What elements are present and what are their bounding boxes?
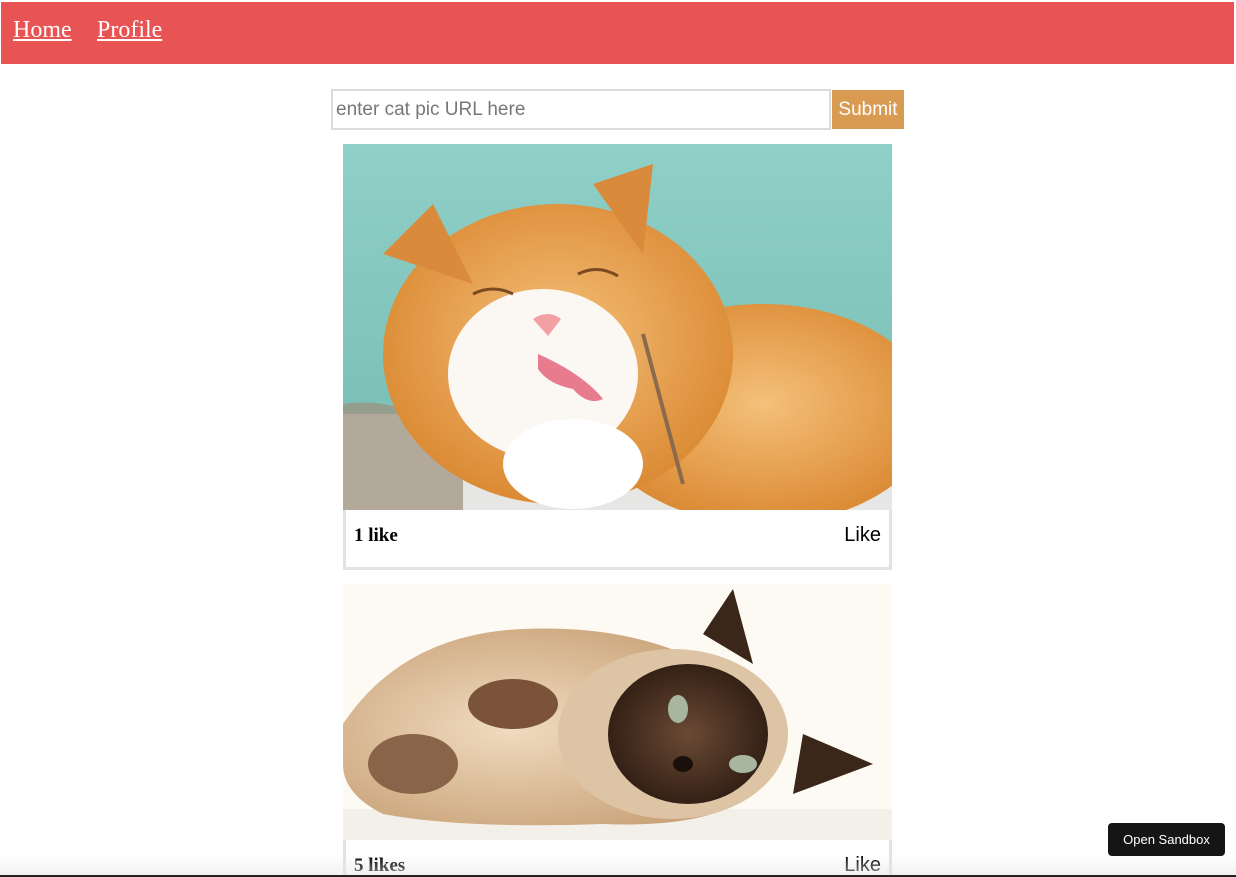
cat-photo <box>343 584 892 840</box>
cat-photo <box>343 144 892 510</box>
navbar: Home Profile <box>1 2 1234 64</box>
open-sandbox-button[interactable]: Open Sandbox <box>1108 823 1225 856</box>
cat-post-card: 5 likes Like <box>343 584 892 877</box>
like-count: 1 like <box>354 525 398 546</box>
cat-url-input[interactable] <box>331 89 831 130</box>
like-button[interactable]: Like <box>844 854 881 877</box>
cat-post-card: 1 like Like <box>343 144 892 570</box>
nav-profile-link[interactable]: Profile <box>97 15 162 45</box>
nav-home-link[interactable]: Home <box>13 15 72 45</box>
cat-url-form: Submit <box>331 89 904 130</box>
post-footer: 1 like Like <box>343 510 892 570</box>
like-count: 5 likes <box>354 855 406 876</box>
like-button[interactable]: Like <box>844 524 881 547</box>
post-footer: 5 likes Like <box>343 840 892 877</box>
siamese-cat-image <box>343 584 892 840</box>
ginger-cat-image <box>343 144 892 510</box>
submit-button[interactable]: Submit <box>832 90 904 129</box>
